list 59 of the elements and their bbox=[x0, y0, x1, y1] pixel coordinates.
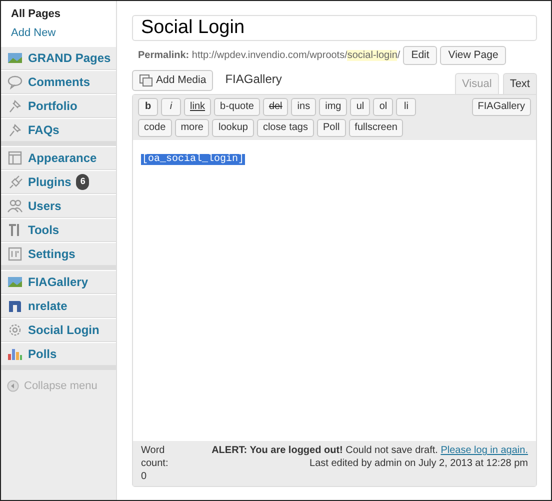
submenu-item[interactable]: All Pages bbox=[11, 5, 116, 24]
menu-item[interactable]: Comments bbox=[28, 73, 90, 91]
bar-chart-icon bbox=[7, 346, 23, 362]
menu-item[interactable]: FIAGallery bbox=[28, 273, 88, 291]
quicktag-button[interactable]: b-quote bbox=[214, 98, 260, 116]
permalink-text: Permalink: http://wpdev.invendio.com/wproots/social-login/ bbox=[138, 49, 400, 63]
editor-tab[interactable]: Text bbox=[502, 72, 537, 94]
quicktag-button[interactable]: Poll bbox=[316, 119, 346, 137]
quicktag-button[interactable]: ul bbox=[350, 98, 370, 116]
menu-item[interactable]: Appearance bbox=[28, 149, 97, 167]
quicktag-button[interactable]: close tags bbox=[256, 119, 314, 137]
gear-icon bbox=[7, 322, 23, 338]
media-icon bbox=[139, 74, 153, 87]
menu-item[interactable]: Social Login bbox=[28, 321, 100, 339]
quicktag-button[interactable]: fullscreen bbox=[348, 119, 404, 137]
menu-item[interactable]: GRAND Pages bbox=[28, 49, 111, 67]
gallery-link[interactable]: FIAGallery bbox=[225, 70, 282, 88]
collapse-icon[interactable] bbox=[7, 380, 19, 392]
submenu-item[interactable]: Add New bbox=[11, 24, 116, 42]
image-icon bbox=[7, 50, 23, 66]
settings-icon bbox=[7, 246, 23, 262]
quicktag-button[interactable]: li bbox=[396, 98, 416, 116]
pushpin-icon bbox=[7, 122, 23, 138]
quicktag-button[interactable]: FIAGallery bbox=[472, 98, 531, 116]
menu-item[interactable]: FAQs bbox=[28, 121, 60, 139]
n-logo-icon bbox=[7, 298, 23, 314]
login-link[interactable]: Please log in again. bbox=[440, 445, 528, 456]
quicktag-button[interactable]: ol bbox=[373, 98, 394, 116]
quicktag-button[interactable]: link bbox=[184, 98, 212, 116]
layout-icon bbox=[7, 150, 23, 166]
add-media-button[interactable]: Add Media bbox=[132, 70, 214, 91]
count-badge: 6 bbox=[76, 174, 90, 190]
quicktag-button[interactable]: more bbox=[174, 119, 210, 137]
word-count-label: Word count: bbox=[141, 444, 170, 470]
title-field[interactable]: Social Login bbox=[132, 15, 537, 41]
autosave-alert-text: ALERT: You are logged out! Could not save draft. Please log in again. Last edited by admin on July 2, 2013 at 12:28 pm bbox=[210, 444, 528, 471]
quicktag-button[interactable]: del bbox=[262, 98, 288, 116]
menu-item[interactable]: Settings bbox=[28, 245, 76, 263]
users-icon bbox=[7, 198, 23, 214]
pushpin-icon bbox=[7, 98, 23, 114]
quicktag-button[interactable]: ins bbox=[291, 98, 316, 116]
image-icon bbox=[7, 274, 23, 290]
plug-icon bbox=[7, 174, 23, 190]
quicktag-button[interactable]: i bbox=[161, 98, 181, 116]
word-count-value: 0 bbox=[141, 470, 148, 483]
edit-button[interactable]: Edit bbox=[403, 46, 438, 65]
menu-item[interactable]: Plugins bbox=[28, 173, 72, 191]
menu-item[interactable]: nrelate bbox=[28, 297, 68, 315]
speech-bubble-icon bbox=[7, 74, 23, 90]
quicktag-button[interactable]: code bbox=[138, 119, 172, 137]
selected-shortcode-text: [oa_social_login] bbox=[141, 154, 246, 165]
view-page-button[interactable]: View Page bbox=[440, 46, 506, 65]
menu-item[interactable]: Users bbox=[28, 197, 62, 215]
quicktag-button[interactable]: lookup bbox=[212, 119, 254, 137]
menu-item[interactable]: Portfolio bbox=[28, 97, 78, 115]
menu-item[interactable]: Polls bbox=[28, 345, 57, 363]
menu-item[interactable]: Tools bbox=[28, 221, 60, 239]
quicktag-button[interactable]: img bbox=[319, 98, 348, 116]
quicktag-button[interactable]: b bbox=[138, 98, 158, 116]
